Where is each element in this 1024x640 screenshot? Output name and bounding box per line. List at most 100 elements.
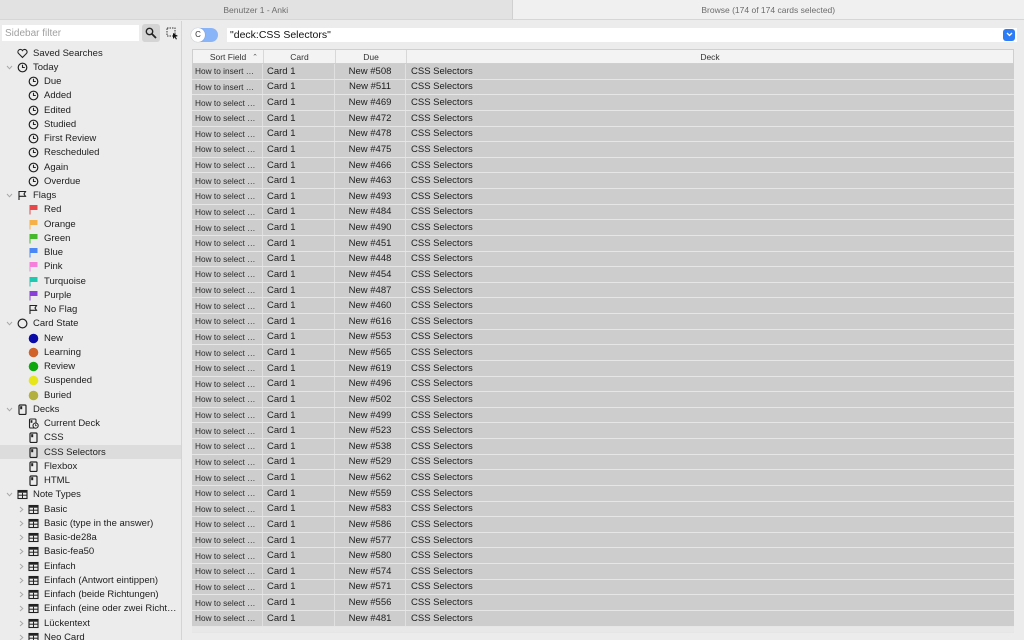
table-row[interactable]: How to insert … Card 1 New #511 CSS Selecto… xyxy=(192,79,1014,96)
sidebar-item-review[interactable]: Review xyxy=(0,360,181,374)
table-row[interactable]: How to select … Card 1 New #490 CSS Selecto… xyxy=(192,220,1014,236)
table-row[interactable]: How to select … Card 1 New #448 CSS Selecto… xyxy=(192,251,1014,268)
sidebar-item-einfach-antwort-eintippen[interactable]: Einfach (Antwort eintippen) xyxy=(0,573,181,587)
sidebar-item-decks[interactable]: Decks xyxy=(0,402,181,416)
table-row[interactable]: How to select … Card 1 New #556 CSS Selecto… xyxy=(192,595,1014,611)
search-input[interactable]: "deck:CSS Selectors" xyxy=(227,27,1017,42)
sidebar-item-again[interactable]: Again xyxy=(0,160,181,174)
column-header-due[interactable]: Due xyxy=(336,50,407,63)
table-row[interactable]: How to insert … Card 1 New #508 CSS Selecto… xyxy=(192,64,1014,80)
table-row[interactable]: How to select … Card 1 New #616 CSS Selecto… xyxy=(192,314,1014,330)
table-row[interactable]: How to select … Card 1 New #487 CSS Selecto… xyxy=(192,282,1014,299)
sidebar-item-basic-fea50[interactable]: Basic-fea50 xyxy=(0,545,181,559)
table-row[interactable]: How to select … Card 1 New #580 CSS Selecto… xyxy=(192,548,1014,564)
chevron-right-icon[interactable] xyxy=(17,591,25,599)
sidebar-item-turquoise[interactable]: Turquoise xyxy=(0,274,181,288)
table-row[interactable]: How to select … Card 1 New #493 CSS Selecto… xyxy=(192,189,1014,205)
chevron-right-icon[interactable] xyxy=(17,519,25,527)
sidebar-item-green[interactable]: Green xyxy=(0,231,181,245)
sidebar-item-einfach-eine-oder-zwei-richt[interactable]: Einfach (eine oder zwei Richt… xyxy=(0,602,181,616)
sidebar-item-note-types[interactable]: Note Types xyxy=(0,488,181,502)
table-row[interactable]: How to select … Card 1 New #484 CSS Selecto… xyxy=(192,204,1014,221)
chevron-down-icon[interactable] xyxy=(5,320,13,328)
sidebar-item-overdue[interactable]: Overdue xyxy=(0,174,181,188)
sidebar-item-red[interactable]: Red xyxy=(0,203,181,217)
chevron-right-icon[interactable] xyxy=(17,633,25,640)
table-row[interactable]: How to select … Card 1 New #502 CSS Selecto… xyxy=(192,392,1014,408)
table-row[interactable]: How to select … Card 1 New #454 CSS Selecto… xyxy=(192,267,1014,283)
column-header-deck[interactable]: Deck xyxy=(407,50,1013,63)
sidebar-item-html[interactable]: HTML xyxy=(0,474,181,488)
chevron-right-icon[interactable] xyxy=(17,548,25,556)
sidebar-item-learning[interactable]: Learning xyxy=(0,345,181,359)
sidebar-item-first-review[interactable]: First Review xyxy=(0,132,181,146)
table-row[interactable]: How to select … Card 1 New #565 CSS Selecto… xyxy=(192,345,1014,361)
search-history-dropdown[interactable] xyxy=(1003,28,1015,41)
table-row[interactable]: How to select … Card 1 New #523 CSS Selecto… xyxy=(192,423,1014,439)
sidebar-item-flexbox[interactable]: Flexbox xyxy=(0,459,181,473)
sidebar-item-today[interactable]: Today xyxy=(0,60,181,74)
sidebar-item-basic-type-in-the-answer[interactable]: Basic (type in the answer) xyxy=(0,516,181,530)
table-row[interactable]: How to select … Card 1 New #496 CSS Selecto… xyxy=(192,376,1014,393)
sidebar-item-purple[interactable]: Purple xyxy=(0,288,181,302)
sidebar-item-rescheduled[interactable]: Rescheduled xyxy=(0,146,181,160)
sidebar-item-suspended[interactable]: Suspended xyxy=(0,374,181,388)
sidebar-item-studied[interactable]: Studied xyxy=(0,117,181,131)
sidebar-item-einfach-beide-richtungen[interactable]: Einfach (beide Richtungen) xyxy=(0,588,181,602)
chevron-right-icon[interactable] xyxy=(17,534,25,542)
sidebar-item-no-flag[interactable]: No Flag xyxy=(0,303,181,317)
table-row[interactable]: How to select … Card 1 New #538 CSS Selecto… xyxy=(192,439,1014,455)
table-row[interactable]: How to select … Card 1 New #460 CSS Selecto… xyxy=(192,298,1014,314)
table-row[interactable]: How to select … Card 1 New #577 CSS Selecto… xyxy=(192,532,1014,549)
table-row[interactable]: How to select … Card 1 New #586 CSS Selecto… xyxy=(192,517,1014,533)
sidebar-item-basic-de28a[interactable]: Basic-de28a xyxy=(0,531,181,545)
sidebar-item-blue[interactable]: Blue xyxy=(0,246,181,260)
sidebar-item-card-state[interactable]: Card State xyxy=(0,317,181,331)
table-row[interactable]: How to select … Card 1 New #451 CSS Selecto… xyxy=(192,235,1014,252)
cards-notes-toggle[interactable]: C xyxy=(191,27,218,42)
table-row[interactable]: How to select … Card 1 New #469 CSS Selecto… xyxy=(192,95,1014,111)
sidebar-item-einfach[interactable]: Einfach xyxy=(0,559,181,573)
chevron-right-icon[interactable] xyxy=(17,576,25,584)
chevron-down-icon[interactable] xyxy=(5,491,13,499)
sidebar-item-css-selectors[interactable]: CSS Selectors xyxy=(0,445,181,460)
table-row[interactable]: How to select … Card 1 New #562 CSS Selecto… xyxy=(192,470,1014,486)
sidebar-select-mode-button[interactable] xyxy=(164,25,180,41)
sidebar-item-basic[interactable]: Basic xyxy=(0,502,181,516)
tab-browse[interactable]: Browse (174 of 174 cards selected) xyxy=(512,0,1024,19)
table-row[interactable]: How to select … Card 1 New #553 CSS Selecto… xyxy=(192,329,1014,346)
chevron-right-icon[interactable] xyxy=(17,605,25,613)
sidebar-item-current-deck[interactable]: Current Deck xyxy=(0,417,181,431)
table-row[interactable]: How to select … Card 1 New #478 CSS Selecto… xyxy=(192,126,1014,143)
sidebar-search-button[interactable] xyxy=(142,24,160,42)
table-row[interactable]: How to select … Card 1 New #619 CSS Selecto… xyxy=(192,360,1014,377)
chevron-down-icon[interactable] xyxy=(5,63,13,71)
table-row[interactable]: How to select … Card 1 New #583 CSS Selecto… xyxy=(192,501,1014,518)
table-row[interactable]: How to select … Card 1 New #481 CSS Selecto… xyxy=(192,610,1014,627)
table-row[interactable]: How to select … Card 1 New #472 CSS Selecto… xyxy=(192,110,1014,127)
chevron-right-icon[interactable] xyxy=(17,505,25,513)
column-header-card[interactable]: Card xyxy=(264,50,336,63)
chevron-down-icon[interactable] xyxy=(5,192,13,200)
table-row[interactable]: How to select … Card 1 New #559 CSS Selecto… xyxy=(192,485,1014,502)
sidebar-item-neo-card[interactable]: Neo Card xyxy=(0,630,181,640)
table-row[interactable]: How to select … Card 1 New #463 CSS Selecto… xyxy=(192,173,1014,189)
sidebar-item-added[interactable]: Added xyxy=(0,89,181,103)
table-row[interactable]: How to select … Card 1 New #529 CSS Selecto… xyxy=(192,454,1014,471)
sidebar-item-css[interactable]: CSS xyxy=(0,431,181,445)
tab-main-window[interactable]: Benutzer 1 - Anki xyxy=(0,0,513,19)
chevron-down-icon[interactable] xyxy=(5,405,13,413)
sidebar-item-due[interactable]: Due xyxy=(0,75,181,89)
column-header-sort-field[interactable]: Sort Field ⌃ xyxy=(193,50,264,63)
sidebar-item-flags[interactable]: Flags xyxy=(0,189,181,203)
table-row[interactable]: How to select … Card 1 New #499 CSS Selecto… xyxy=(192,407,1014,424)
table-row[interactable]: How to select … Card 1 New #475 CSS Selecto… xyxy=(192,142,1014,158)
sidebar-item-edited[interactable]: Edited xyxy=(0,103,181,117)
table-row[interactable]: How to select … Card 1 New #466 CSS Selecto… xyxy=(192,157,1014,174)
chevron-right-icon[interactable] xyxy=(17,619,25,627)
sidebar-item-l-ckentext[interactable]: Lückentext xyxy=(0,616,181,630)
sidebar-item-orange[interactable]: Orange xyxy=(0,217,181,231)
sidebar-item-pink[interactable]: Pink xyxy=(0,260,181,274)
sidebar-item-buried[interactable]: Buried xyxy=(0,388,181,402)
sidebar-item-new[interactable]: New xyxy=(0,331,181,345)
